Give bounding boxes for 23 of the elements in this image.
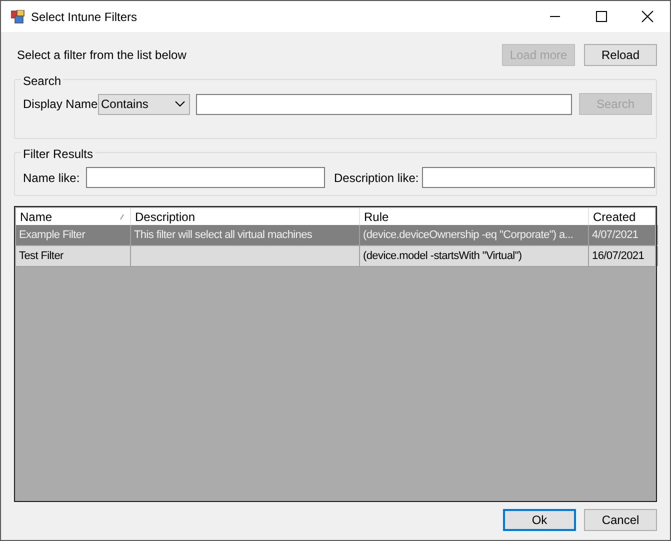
window-title: Select Intune Filters — [31, 8, 138, 26]
dialog-button[interactable]: Ok — [503, 509, 576, 531]
search-input[interactable] — [196, 94, 572, 114]
sort-icon — [120, 214, 124, 220]
table-cell-text: Example Filter — [19, 228, 86, 243]
description-filter-input[interactable] — [422, 167, 655, 188]
table-cell-text: Test Filter — [19, 248, 64, 264]
dialog-button[interactable]: Cancel — [584, 509, 657, 531]
chevron-down-icon — [175, 101, 185, 107]
table-cell-text: (device.model -startsWith "Virtual") — [363, 248, 522, 264]
instruction-text: Select a filter from the list below — [17, 47, 186, 64]
table-cell-text: (device.deviceOwnership -eq "Corporate") a... — [363, 228, 574, 243]
table-cell-text: 16/07/2021 — [592, 248, 644, 264]
field-label: Description like: — [334, 170, 420, 186]
field-label: Name like: — [23, 170, 81, 186]
toolbar-button[interactable]: Reload — [584, 44, 657, 66]
table-row[interactable]: Test Filter (device.model -startsWith "Virtual") 16/07/2021 — [16, 246, 655, 267]
table-cell-text: This filter will select all virtual machines — [134, 228, 312, 243]
name-filter-input[interactable] — [86, 167, 325, 188]
field-label: Display Name — [23, 96, 98, 113]
app-icon — [11, 10, 25, 24]
operator-dropdown[interactable]: Contains — [98, 94, 190, 114]
table-cell-text: 4/07/2021 — [592, 228, 638, 243]
